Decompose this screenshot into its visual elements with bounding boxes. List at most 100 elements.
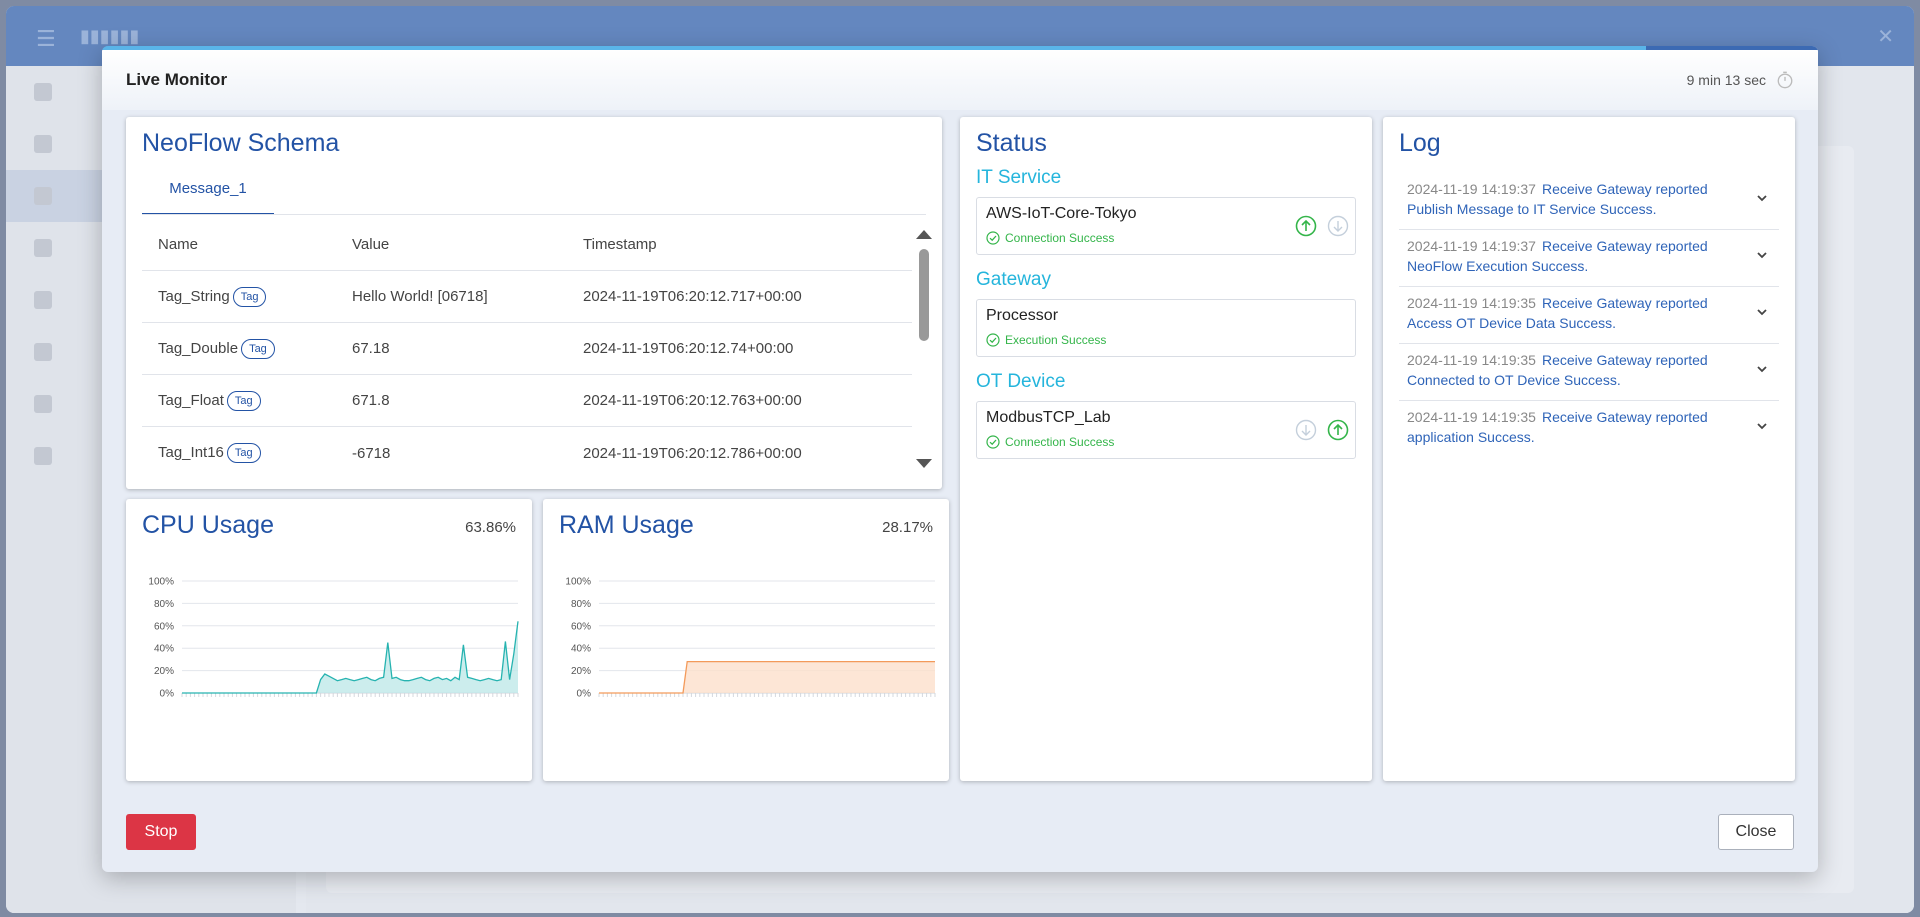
cpu-usage-chart: 100% 80% 60% 40% 20% 0% — [148, 577, 519, 700]
usage-area — [599, 661, 935, 693]
live-monitor-modal: Live Monitor 9 min 13 sec NeoFlow Schema… — [102, 46, 1818, 872]
log-time: 2024-11-19 14:19:35 — [1407, 295, 1536, 311]
stop-button[interactable]: Stop — [126, 814, 196, 850]
chevron-down-icon[interactable] — [1755, 419, 1769, 433]
tag-timestamp: 2024-11-19T06:20:12.74+00:00 — [583, 340, 794, 357]
tag-name: Tag_Double — [158, 339, 239, 357]
tag-timestamp: 2024-11-19T06:20:12.786+00:00 — [583, 444, 802, 462]
scrollbar-thumb[interactable] — [919, 249, 929, 341]
status-card-state: Connection Success — [986, 435, 1114, 449]
usage-area — [182, 621, 518, 693]
tag-value: 67.18 — [352, 340, 390, 357]
check-circle-icon — [986, 231, 1000, 245]
timer: 9 min 13 sec — [1687, 71, 1794, 89]
y-tick-label: 40% — [571, 644, 591, 655]
log-item[interactable]: 2024-11-19 14:19:35 Receive Gateway repor… — [1399, 401, 1779, 458]
upload-arrow-icon — [1295, 215, 1317, 237]
section-label-ot-device: OT Device — [976, 371, 1066, 392]
status-card-ot-device: ModbusTCP_Lab Connection Success — [976, 401, 1356, 459]
status-card-state: Connection Success — [986, 231, 1114, 245]
timer-text: 9 min 13 sec — [1686, 72, 1766, 88]
schema-panel: NeoFlow Schema Message_1 Name Value Time… — [126, 117, 942, 489]
chevron-down-icon[interactable] — [1755, 305, 1769, 319]
y-tick-label: 80% — [154, 599, 174, 610]
status-panel: Status IT Service AWS-IoT-Core-Tokyo Con… — [960, 117, 1372, 781]
y-tick-label: 20% — [154, 666, 174, 677]
status-card-it-service: AWS-IoT-Core-Tokyo Connection Success — [976, 197, 1356, 255]
y-tick-label: 60% — [154, 621, 174, 632]
log-title: Log — [1399, 129, 1441, 157]
status-card-name: ModbusTCP_Lab — [986, 409, 1111, 426]
log-item[interactable]: 2024-11-19 14:19:37 Receive Gateway repor… — [1399, 230, 1779, 287]
log-panel: Log 2024-11-19 14:19:37 Receive Gateway r… — [1383, 117, 1795, 781]
y-tick-label: 60% — [571, 621, 591, 632]
ram-usage-title: RAM Usage — [559, 511, 694, 539]
upload-arrow-icon — [1327, 419, 1349, 441]
tag-timestamp: 2024-11-19T06:20:12.763+00:00 — [583, 392, 802, 409]
y-tick-label: 40% — [154, 644, 174, 655]
download-arrow-icon — [1327, 215, 1349, 237]
background-logo: ▮▮▮▮▮▮ — [80, 26, 140, 46]
chevron-down-icon[interactable] — [1755, 191, 1769, 205]
section-label-it-service: IT Service — [976, 167, 1062, 188]
tag-value: -6718 — [352, 444, 391, 462]
close-button[interactable]: Close — [1718, 814, 1794, 850]
ram-usage-panel: RAM Usage 28.17% 100% 80% 60% 40% 20% 0% — [543, 499, 949, 781]
table-row: Tag_Double Tag 67.18 2024-11-19T06:20:12.… — [142, 323, 912, 375]
table-header: Name Value Timestamp — [142, 219, 912, 271]
log-time: 2024-11-19 14:19:35 — [1407, 409, 1536, 425]
chevron-down-icon[interactable] — [1755, 362, 1769, 376]
log-time: 2024-11-19 14:19:37 — [1407, 238, 1536, 254]
status-card-name: Processor — [986, 307, 1059, 324]
y-tick-label: 0% — [160, 689, 175, 700]
tag-name: Tag_Int16 — [158, 443, 224, 461]
table-row: Tag_Float Tag 671.8 2024-11-19T06:20:12.7… — [142, 375, 912, 427]
table-body: Tag_String Tag Hello World! [06718] 2024-… — [142, 271, 912, 479]
tag-name: Tag_String — [158, 287, 230, 305]
log-list: 2024-11-19 14:19:37 Receive Gateway repor… — [1399, 173, 1779, 458]
tag-badge: Tag — [226, 443, 261, 463]
y-tick-label: 100% — [565, 577, 591, 588]
log-item[interactable]: 2024-11-19 14:19:35 Receive Gateway repor… — [1399, 344, 1779, 401]
column-header-name: Name — [158, 236, 199, 253]
cpu-usage-panel: CPU Usage 63.86% 100% 80% 60% 40% 20% 0% — [126, 499, 532, 781]
tag-timestamp: 2024-11-19T06:20:12.717+00:00 — [583, 288, 802, 305]
log-item[interactable]: 2024-11-19 14:19:35 Receive Gateway repor… — [1399, 287, 1779, 344]
log-time: 2024-11-19 14:19:35 — [1407, 352, 1536, 368]
table-row: Tag_Int16 Tag -6718 2024-11-19T06:20:12.7… — [142, 427, 912, 479]
menu-icon: ☰ — [36, 26, 56, 51]
check-circle-icon — [986, 435, 1000, 449]
cpu-usage-value: 63.86% — [465, 519, 516, 536]
status-card-gateway: Processor Execution Success — [976, 299, 1356, 357]
column-header-timestamp: Timestamp — [583, 236, 657, 253]
tag-value: Hello World! [06718] — [352, 288, 488, 305]
scroll-up-arrow-icon[interactable] — [916, 230, 932, 239]
tag-badge: Tag — [232, 286, 267, 307]
status-title: Status — [976, 129, 1047, 157]
y-tick-label: 20% — [571, 666, 591, 677]
stopwatch-icon — [1777, 71, 1793, 89]
cpu-usage-title: CPU Usage — [142, 511, 274, 539]
tag-badge: Tag — [226, 390, 261, 411]
modal-header: Live Monitor 9 min 13 sec — [102, 50, 1818, 110]
tag-badge: Tag — [241, 338, 275, 359]
log-time: 2024-11-19 14:19:37 — [1407, 181, 1536, 197]
status-card-name: AWS-IoT-Core-Tokyo — [986, 205, 1137, 222]
log-item[interactable]: 2024-11-19 14:19:37 Receive Gateway repor… — [1399, 173, 1779, 230]
column-header-value: Value — [352, 236, 390, 253]
scroll-down-arrow-icon[interactable] — [916, 459, 932, 468]
ram-usage-value: 28.17% — [882, 519, 933, 536]
chevron-down-icon[interactable] — [1755, 248, 1769, 262]
section-label-gateway: Gateway — [976, 269, 1051, 290]
y-tick-label: 100% — [148, 577, 174, 588]
tab-message-1[interactable]: Message_1 — [142, 171, 274, 215]
y-tick-label: 80% — [571, 599, 591, 610]
status-card-state: Execution Success — [986, 333, 1106, 347]
check-circle-icon — [986, 333, 1000, 347]
download-arrow-icon — [1295, 419, 1317, 441]
background-close-icon: ✕ — [1877, 26, 1894, 48]
table-row: Tag_String Tag Hello World! [06718] 2024-… — [142, 271, 912, 323]
schema-title: NeoFlow Schema — [142, 129, 340, 157]
tag-value: 671.8 — [352, 392, 390, 409]
ram-usage-chart: 100% 80% 60% 40% 20% 0% — [565, 577, 936, 700]
